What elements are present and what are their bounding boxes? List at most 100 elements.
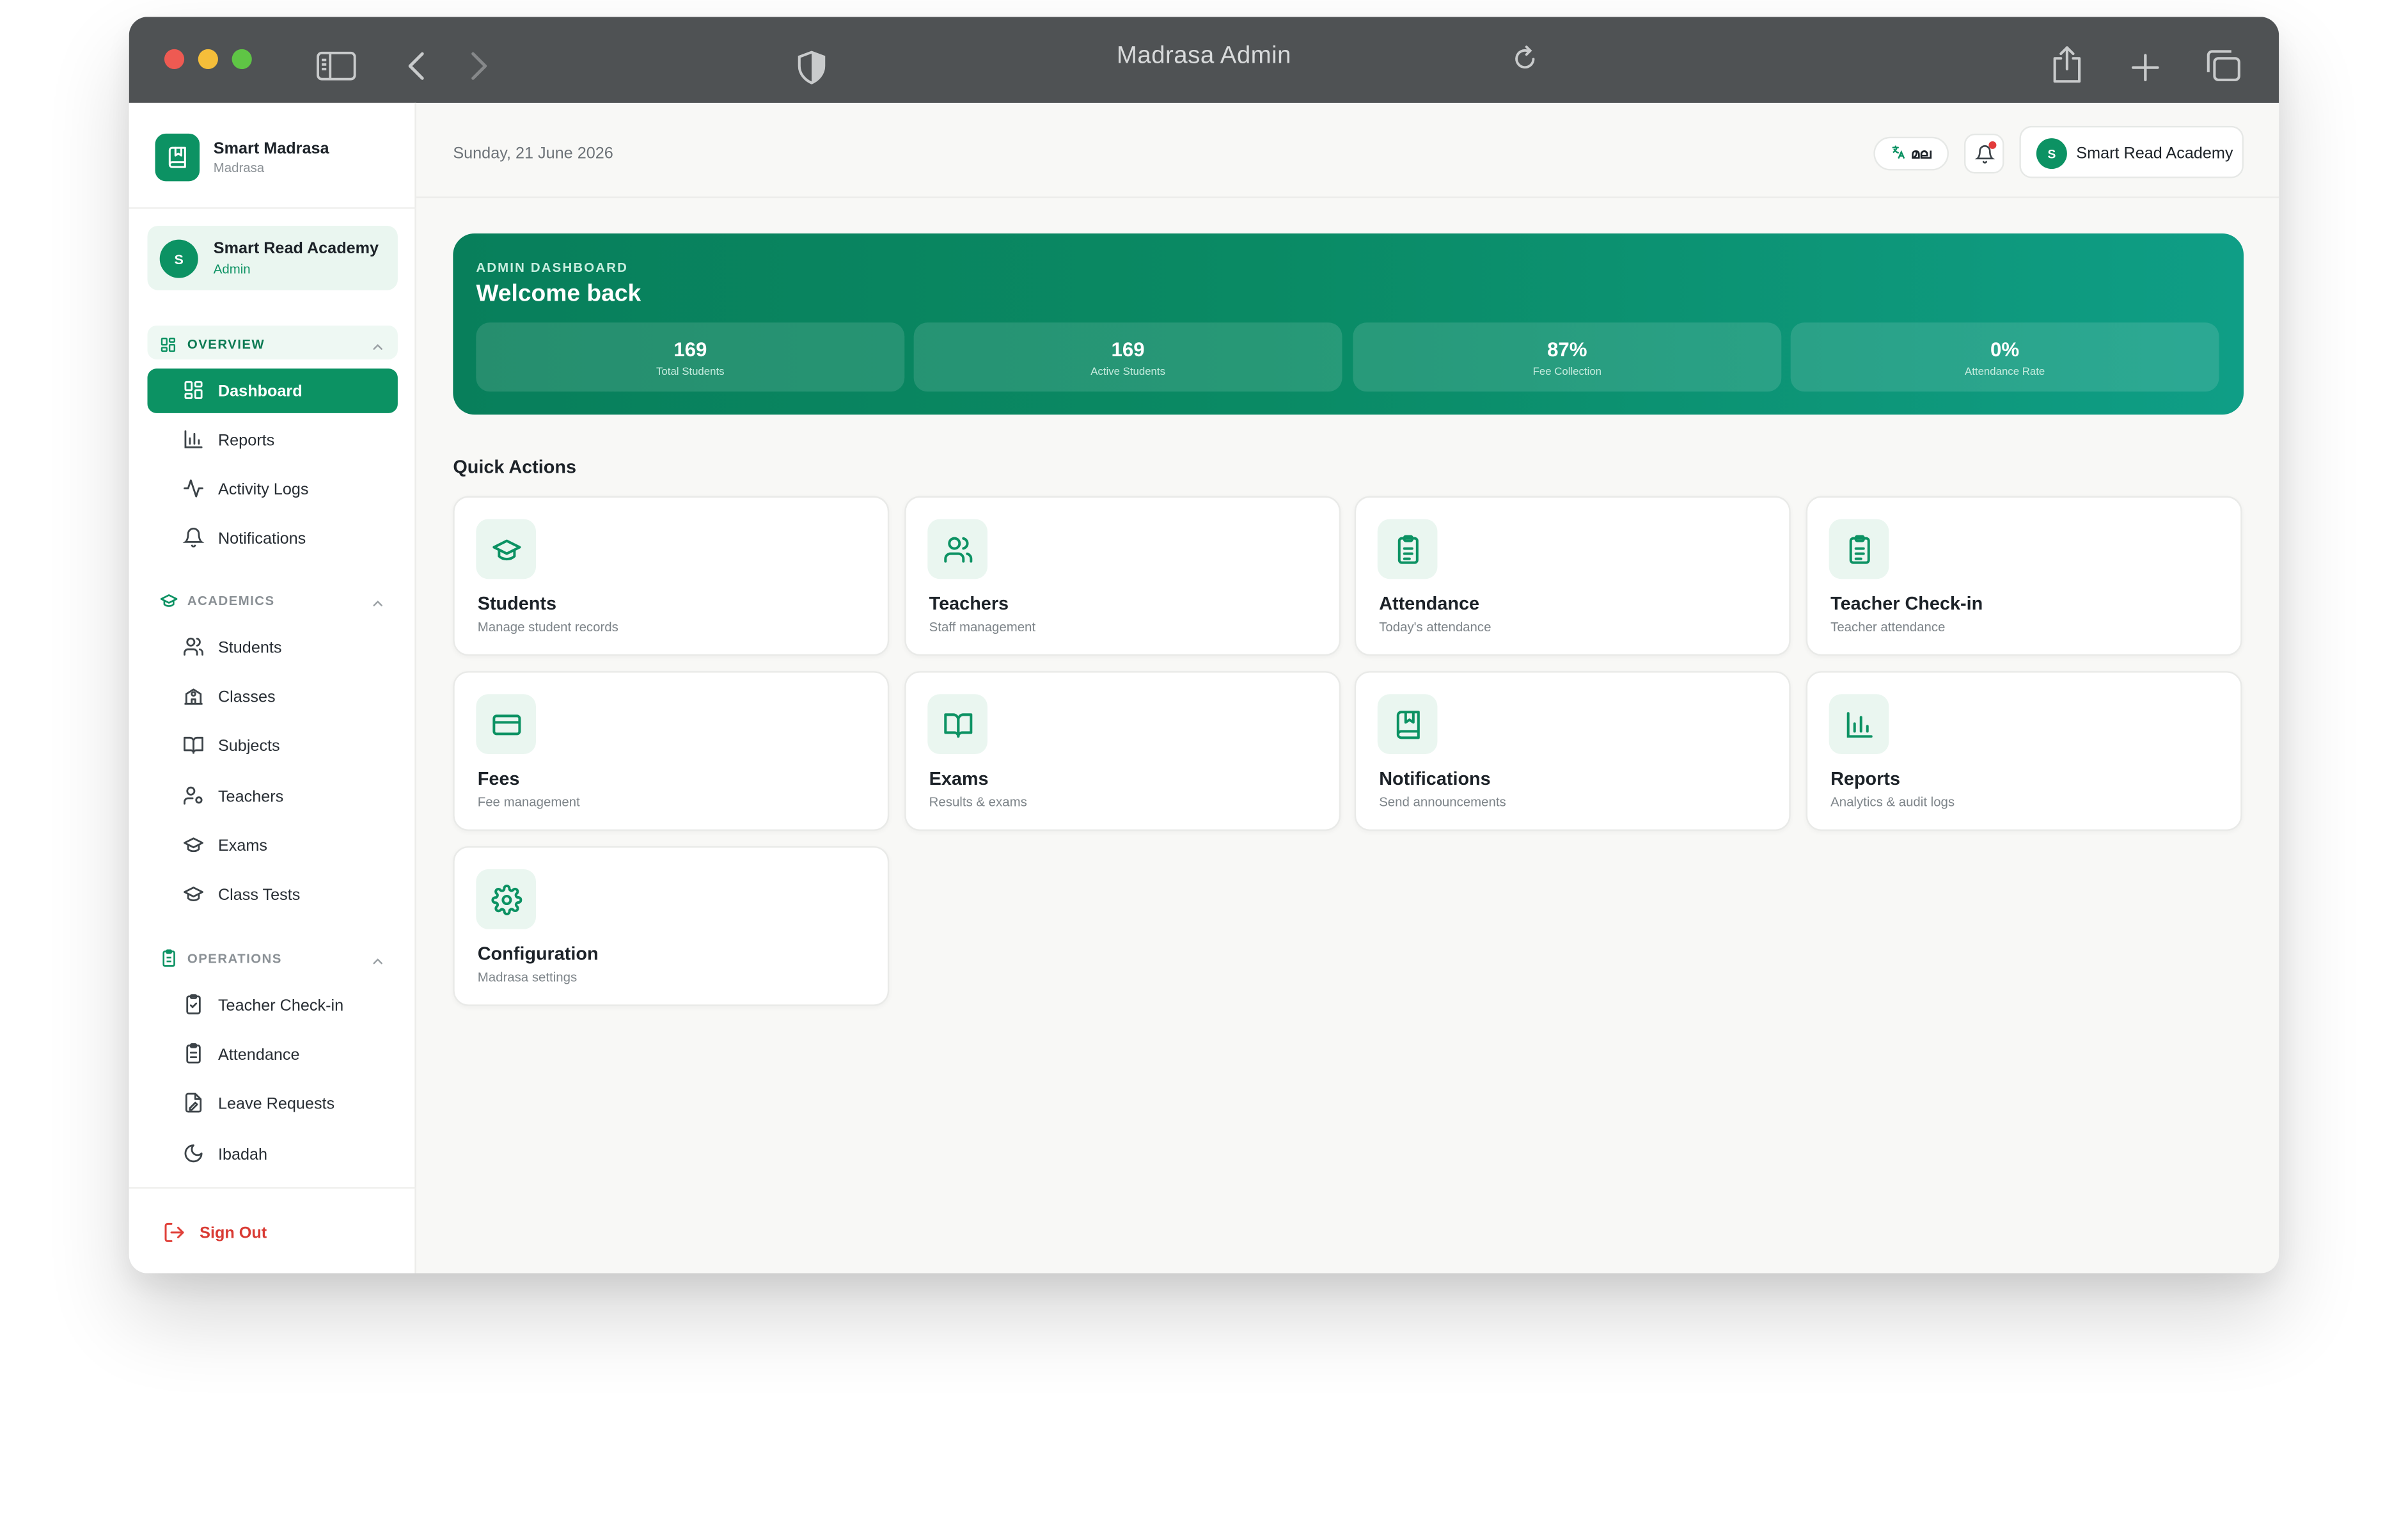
sidebar-item-leave-requests[interactable]: Leave Requests xyxy=(148,1081,398,1126)
user-cog-icon xyxy=(183,785,205,814)
sidebar-item-exams[interactable]: Exams xyxy=(148,823,398,868)
sidebar-item-teachers[interactable]: Teachers xyxy=(148,774,398,819)
moon-icon xyxy=(183,1142,205,1172)
layout-grid-icon xyxy=(183,379,205,409)
stat-label: Fee Collection xyxy=(1532,367,1602,378)
file-edit-icon xyxy=(183,1092,205,1121)
sidebar-item-label: Activity Logs xyxy=(217,480,309,500)
book-open-icon xyxy=(927,694,988,754)
school-icon xyxy=(183,685,205,714)
banner-title: Welcome back xyxy=(476,281,641,308)
log-out-icon xyxy=(163,1221,186,1252)
sidebar-item-activity-logs[interactable]: Activity Logs xyxy=(148,467,398,512)
clipboard-check-icon xyxy=(183,994,205,1023)
sidebar-item-label: Ibadah xyxy=(217,1146,268,1165)
card-title: Fees xyxy=(477,768,520,790)
sidebar-item-teacher-check-in[interactable]: Teacher Check-in xyxy=(148,983,398,1028)
quick-action-configuration[interactable]: Configuration Madrasa settings xyxy=(453,846,890,1006)
sidebar-item-dashboard[interactable]: Dashboard xyxy=(147,368,398,413)
window-title: Madrasa Admin xyxy=(1116,43,1292,70)
card-subtitle: Manage student records xyxy=(477,619,618,635)
brand[interactable]: Smart Madrasa Madrasa xyxy=(155,133,401,183)
quick-action-teacher-check-in[interactable]: Teacher Check-in Teacher attendance xyxy=(1806,496,2242,656)
stat-label: Active Students xyxy=(1090,367,1165,378)
current-date: Sunday, 21 June 2026 xyxy=(453,144,613,163)
layout-grid-icon xyxy=(160,333,177,361)
account-card[interactable]: S Smart Read Academy Admin xyxy=(147,225,398,290)
browser-titlebar: Madrasa Admin xyxy=(129,17,2279,103)
user-name: Smart Read Academy xyxy=(2076,144,2233,163)
notification-dot xyxy=(1988,141,1997,149)
users-icon xyxy=(183,636,205,665)
stat-value: 87% xyxy=(1547,338,1587,361)
language-switcher[interactable]: മല xyxy=(1873,136,1949,171)
sidebar-item-reports[interactable]: Reports xyxy=(148,418,398,462)
section-operations[interactable]: OPERATIONS xyxy=(148,940,398,974)
section-academics[interactable]: ACADEMICS xyxy=(148,582,398,616)
main-content: Sunday, 21 June 2026 മല S Smart Read Aca… xyxy=(416,103,2279,1273)
book-open-icon xyxy=(183,734,205,764)
card-title: Attendance xyxy=(1379,592,1480,615)
sidebar-item-attendance[interactable]: Attendance xyxy=(148,1032,398,1077)
user-menu-button[interactable]: S Smart Read Academy xyxy=(2019,125,2244,178)
avatar: S xyxy=(2036,138,2067,170)
card-subtitle: Analytics & audit logs xyxy=(1830,794,1955,810)
book-logo-icon xyxy=(155,133,200,182)
tab-overview-icon[interactable] xyxy=(2205,49,2242,83)
stat-active-students: 169 Active Students xyxy=(913,322,1342,392)
sidebar-divider xyxy=(129,207,416,209)
sidebar-item-subjects[interactable]: Subjects xyxy=(148,723,398,768)
card-title: Configuration xyxy=(477,943,599,965)
card-title: Reports xyxy=(1830,768,1900,790)
clipboard-list-icon xyxy=(183,1043,205,1072)
sidebar-item-label: Students xyxy=(217,638,282,658)
quick-action-reports[interactable]: Reports Analytics & audit logs xyxy=(1806,671,2242,831)
card-subtitle: Teacher attendance xyxy=(1830,619,1946,635)
sidebar-item-notifications[interactable]: Notifications xyxy=(148,516,398,561)
screenshot-scene: Madrasa Admin Smart Madrasa Madrasa S Sm… xyxy=(0,0,2408,1511)
account-role: Admin xyxy=(213,261,251,277)
bar-chart-icon xyxy=(1829,694,1889,754)
quick-action-notifications[interactable]: Notifications Send announcements xyxy=(1354,671,1791,831)
quick-action-attendance[interactable]: Attendance Today's attendance xyxy=(1354,496,1791,656)
sign-out-button[interactable]: Sign Out xyxy=(163,1219,347,1250)
browser-window: Madrasa Admin Smart Madrasa Madrasa S Sm… xyxy=(129,17,2279,1273)
quick-actions-heading: Quick Actions xyxy=(453,456,577,478)
book-marked-icon xyxy=(1377,694,1438,754)
sidebar-item-label: Classes xyxy=(217,688,276,707)
sidebar-item-classes[interactable]: Classes xyxy=(148,674,398,719)
avatar: S xyxy=(159,239,198,278)
card-title: Teacher Check-in xyxy=(1830,592,1983,615)
sidebar-item-class-tests[interactable]: Class Tests xyxy=(148,872,398,917)
quick-action-students[interactable]: Students Manage student records xyxy=(453,496,890,656)
sidebar-item-students[interactable]: Students xyxy=(148,625,398,670)
brand-name: Smart Madrasa xyxy=(213,139,329,159)
reload-icon[interactable] xyxy=(1511,45,1539,72)
graduation-cap-icon xyxy=(160,590,178,617)
card-subtitle: Today's attendance xyxy=(1379,619,1491,635)
share-icon[interactable] xyxy=(2050,45,2084,84)
stat-value: 0% xyxy=(1990,338,2020,361)
card-title: Teachers xyxy=(929,592,1009,615)
sidebar-item-label: Attendance xyxy=(217,1046,300,1064)
credit-card-icon xyxy=(476,694,536,754)
new-tab-plus-icon[interactable] xyxy=(2130,52,2160,83)
stat-fee-collection: 87% Fee Collection xyxy=(1353,322,1782,392)
quick-action-exams[interactable]: Exams Results & exams xyxy=(904,671,1341,831)
bar-chart-icon xyxy=(183,429,205,458)
card-subtitle: Send announcements xyxy=(1379,794,1506,810)
sidebar: Smart Madrasa Madrasa S Smart Read Acade… xyxy=(129,102,416,1273)
quick-action-fees[interactable]: Fees Fee management xyxy=(453,671,890,831)
clipboard-list-icon xyxy=(1377,519,1438,580)
chevron-up-icon xyxy=(370,949,386,977)
section-overview[interactable]: OVERVIEW xyxy=(147,326,398,361)
stat-total-students: 169 Total Students xyxy=(476,322,905,392)
card-title: Notifications xyxy=(1379,768,1491,790)
sidebar-item-label: Class Tests xyxy=(217,886,301,905)
sidebar-item-ibadah[interactable]: Ibadah xyxy=(148,1132,398,1177)
notifications-button[interactable] xyxy=(1964,133,2004,174)
graduation-cap-icon xyxy=(183,883,205,913)
quick-action-teachers[interactable]: Teachers Staff management xyxy=(904,496,1341,656)
translate-icon xyxy=(1891,140,1907,168)
sidebar-divider xyxy=(129,1187,416,1189)
